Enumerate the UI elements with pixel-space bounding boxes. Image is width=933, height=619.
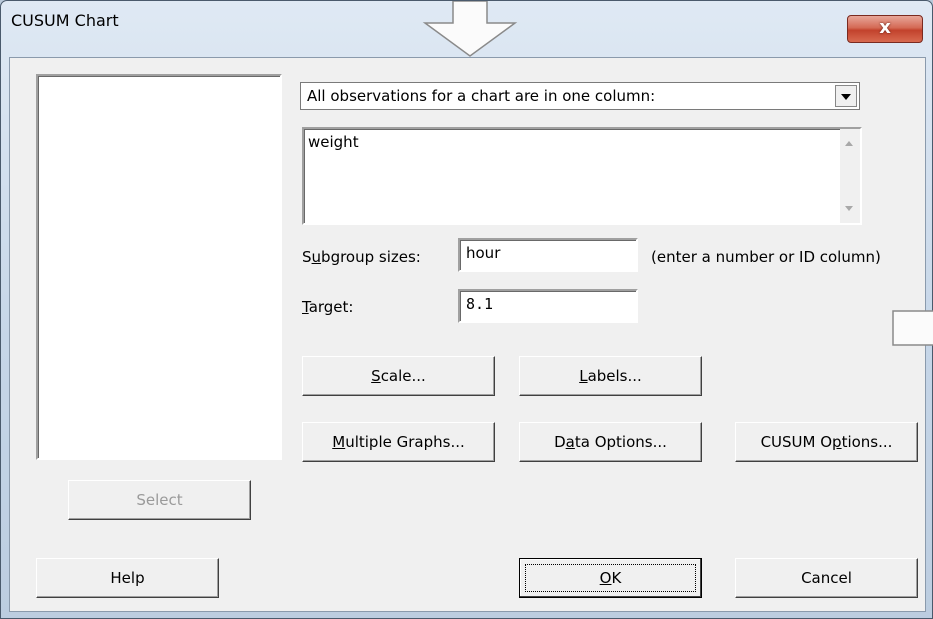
subgroup-sizes-input[interactable]: hour [458, 238, 638, 272]
dialog-body: All observations for a chart are in one … [9, 57, 926, 612]
right-arrow-annotation-icon [892, 310, 933, 346]
columns-scrollbar[interactable] [840, 129, 860, 223]
dropdown-chevron-icon [841, 94, 851, 100]
subgroup-hint: (enter a number or ID column) [651, 248, 881, 266]
target-label: Target: [302, 298, 354, 316]
labels-button[interactable]: Labels... [519, 356, 702, 396]
columns-textbox-value: weight [308, 133, 359, 151]
multiple-graphs-button[interactable]: Multiple Graphs... [302, 422, 495, 462]
scroll-down-icon[interactable] [845, 206, 853, 211]
dialog-window: CUSUM Chart x All observations for a cha… [0, 0, 933, 619]
dropdown-button[interactable] [835, 85, 857, 107]
close-button[interactable]: x [847, 15, 923, 43]
scale-button[interactable]: Scale... [302, 356, 495, 396]
scroll-up-icon[interactable] [845, 141, 853, 146]
select-button[interactable]: Select [68, 480, 251, 520]
subgroup-sizes-label: Subgroup sizes: [302, 248, 421, 266]
variable-list[interactable] [36, 74, 282, 460]
cusum-options-button[interactable]: CUSUM Options... [735, 422, 918, 462]
ok-button[interactable]: OK [519, 558, 702, 598]
help-button[interactable]: Help [36, 558, 219, 598]
layout-dropdown[interactable]: All observations for a chart are in one … [300, 82, 860, 110]
data-options-button[interactable]: Data Options... [519, 422, 702, 462]
focus-ring [525, 564, 696, 592]
columns-textbox[interactable]: weight [302, 127, 862, 225]
down-arrow-annotation-icon [422, 1, 518, 57]
cancel-button[interactable]: Cancel [735, 558, 918, 598]
window-title: CUSUM Chart [11, 11, 119, 30]
close-icon: x [879, 17, 891, 38]
layout-dropdown-value: All observations for a chart are in one … [307, 87, 656, 105]
target-input[interactable]: 8.1 [458, 289, 638, 323]
